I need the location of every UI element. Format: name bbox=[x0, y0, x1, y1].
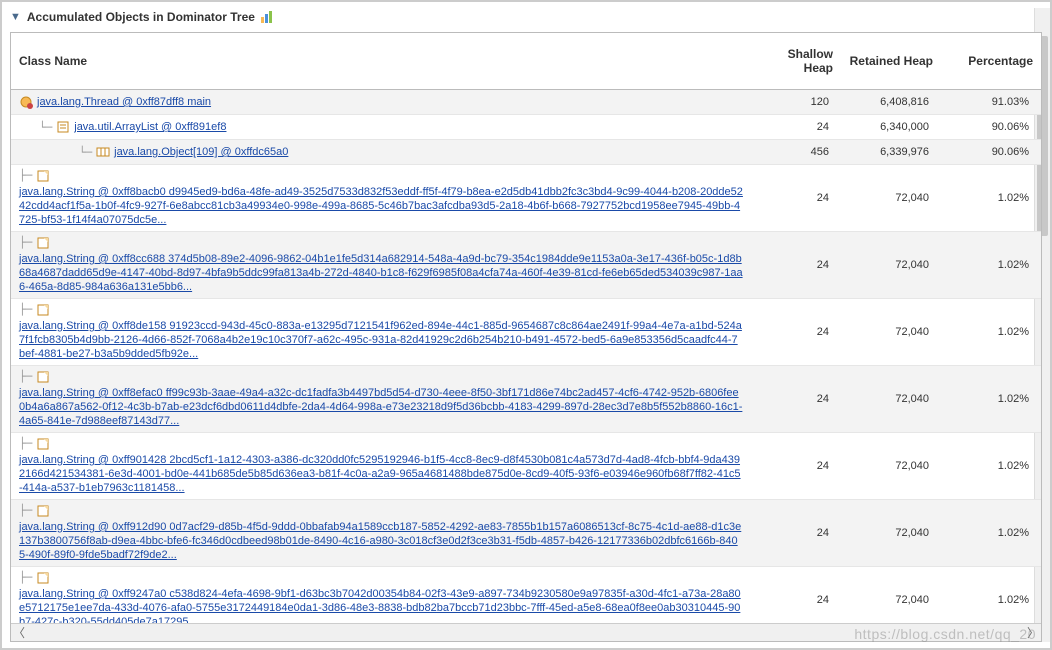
shallow-cell: 24 bbox=[751, 433, 841, 500]
retained-cell: 6,339,976 bbox=[841, 140, 941, 165]
object-link[interactable]: java.lang.String @ 0xff8de158 91923ccd-9… bbox=[19, 320, 742, 360]
table-row[interactable]: ├─java.lang.String @ 0xff901428 2bcd5cf1… bbox=[11, 433, 1041, 500]
col-header-shallow[interactable]: Shallow Heap bbox=[751, 33, 841, 90]
retained-cell: 6,408,816 bbox=[841, 90, 941, 115]
pct-cell: 1.02% bbox=[941, 500, 1041, 567]
table-row[interactable]: ├─java.lang.String @ 0xff8de158 91923ccd… bbox=[11, 299, 1041, 366]
retained-cell: 72,040 bbox=[841, 567, 941, 624]
table-header-row: Class Name Shallow Heap Retained Heap Pe… bbox=[11, 33, 1041, 90]
object-icon bbox=[56, 120, 70, 134]
shallow-cell: 24 bbox=[751, 299, 841, 366]
pct-cell: 1.02% bbox=[941, 567, 1041, 624]
retained-cell: 6,340,000 bbox=[841, 115, 941, 140]
pct-cell: 1.02% bbox=[941, 433, 1041, 500]
pct-cell: 91.03% bbox=[941, 90, 1041, 115]
pct-cell: 1.02% bbox=[941, 165, 1041, 232]
shallow-cell: 24 bbox=[751, 115, 841, 140]
table-row[interactable]: java.lang.Thread @ 0xff87dff8 main 1206,4… bbox=[11, 90, 1041, 115]
file-icon bbox=[36, 571, 50, 585]
section-header: ▼ Accumulated Objects in Dominator Tree bbox=[10, 8, 1042, 32]
object-link[interactable]: java.lang.String @ 0xff8cc688 374d5b08-8… bbox=[19, 253, 743, 293]
table-row[interactable]: ├─java.lang.String @ 0xff8cc688 374d5b08… bbox=[11, 232, 1041, 299]
pct-cell: 1.02% bbox=[941, 366, 1041, 433]
retained-cell: 72,040 bbox=[841, 366, 941, 433]
shallow-cell: 456 bbox=[751, 140, 841, 165]
horizontal-scrollbar[interactable]: 〈 〉 bbox=[11, 623, 1041, 641]
object-link[interactable]: java.lang.String @ 0xff901428 2bcd5cf1-1… bbox=[19, 454, 741, 494]
file-icon bbox=[36, 437, 50, 451]
file-icon bbox=[36, 504, 50, 518]
object-link[interactable]: java.lang.String @ 0xff8bacb0 d9945ed9-b… bbox=[19, 186, 743, 226]
retained-cell: 72,040 bbox=[841, 500, 941, 567]
shallow-cell: 24 bbox=[751, 232, 841, 299]
object-link[interactable]: java.util.ArrayList @ 0xff891ef8 bbox=[74, 121, 226, 133]
object-icon bbox=[96, 145, 110, 159]
col-header-retained[interactable]: Retained Heap bbox=[841, 33, 941, 90]
table-row[interactable]: ├─java.lang.String @ 0xff8bacb0 d9945ed9… bbox=[11, 165, 1041, 232]
retained-cell: 72,040 bbox=[841, 232, 941, 299]
file-icon bbox=[36, 370, 50, 384]
table-row[interactable]: ├─java.lang.String @ 0xff912d90 0d7acf29… bbox=[11, 500, 1041, 567]
table-row[interactable]: ├─java.lang.String @ 0xff8efac0 ff99c93b… bbox=[11, 366, 1041, 433]
panel-container: ▼ Accumulated Objects in Dominator Tree … bbox=[0, 0, 1052, 650]
object-link[interactable]: java.lang.String @ 0xff912d90 0d7acf29-d… bbox=[19, 521, 741, 561]
object-link[interactable]: java.lang.String @ 0xff9247a0 c538d824-4… bbox=[19, 588, 741, 623]
pct-cell: 90.06% bbox=[941, 115, 1041, 140]
shallow-cell: 24 bbox=[751, 567, 841, 624]
pct-cell: 1.02% bbox=[941, 299, 1041, 366]
col-header-class[interactable]: Class Name bbox=[11, 33, 751, 90]
object-link[interactable]: java.lang.Thread @ 0xff87dff8 main bbox=[37, 96, 211, 108]
object-icon bbox=[19, 95, 33, 109]
shallow-cell: 120 bbox=[751, 90, 841, 115]
dominator-table: Class Name Shallow Heap Retained Heap Pe… bbox=[11, 33, 1041, 623]
retained-cell: 72,040 bbox=[841, 165, 941, 232]
file-icon bbox=[36, 169, 50, 183]
col-header-percentage[interactable]: Percentage bbox=[941, 33, 1041, 90]
table-row[interactable]: └─java.util.ArrayList @ 0xff891ef8246,34… bbox=[11, 115, 1041, 140]
table-row[interactable]: └─java.lang.Object[109] @ 0xffdc65a04566… bbox=[11, 140, 1041, 165]
file-icon bbox=[36, 303, 50, 317]
table-container: Class Name Shallow Heap Retained Heap Pe… bbox=[10, 32, 1042, 642]
retained-cell: 72,040 bbox=[841, 299, 941, 366]
retained-cell: 72,040 bbox=[841, 433, 941, 500]
pct-cell: 1.02% bbox=[941, 232, 1041, 299]
scroll-right-icon[interactable]: 〉 bbox=[1027, 624, 1039, 641]
table-row[interactable]: ├─java.lang.String @ 0xff9247a0 c538d824… bbox=[11, 567, 1041, 624]
scroll-left-icon[interactable]: 〈 bbox=[13, 624, 25, 641]
shallow-cell: 24 bbox=[751, 500, 841, 567]
section-title: Accumulated Objects in Dominator Tree bbox=[27, 10, 255, 24]
pct-cell: 90.06% bbox=[941, 140, 1041, 165]
shallow-cell: 24 bbox=[751, 165, 841, 232]
object-link[interactable]: java.lang.String @ 0xff8efac0 ff99c93b-3… bbox=[19, 387, 742, 427]
object-link[interactable]: java.lang.Object[109] @ 0xffdc65a0 bbox=[114, 146, 288, 158]
file-icon bbox=[36, 236, 50, 250]
chart-icon[interactable] bbox=[261, 11, 275, 23]
collapse-icon[interactable]: ▼ bbox=[10, 11, 21, 23]
shallow-cell: 24 bbox=[751, 366, 841, 433]
table-scroll[interactable]: Class Name Shallow Heap Retained Heap Pe… bbox=[11, 33, 1041, 623]
